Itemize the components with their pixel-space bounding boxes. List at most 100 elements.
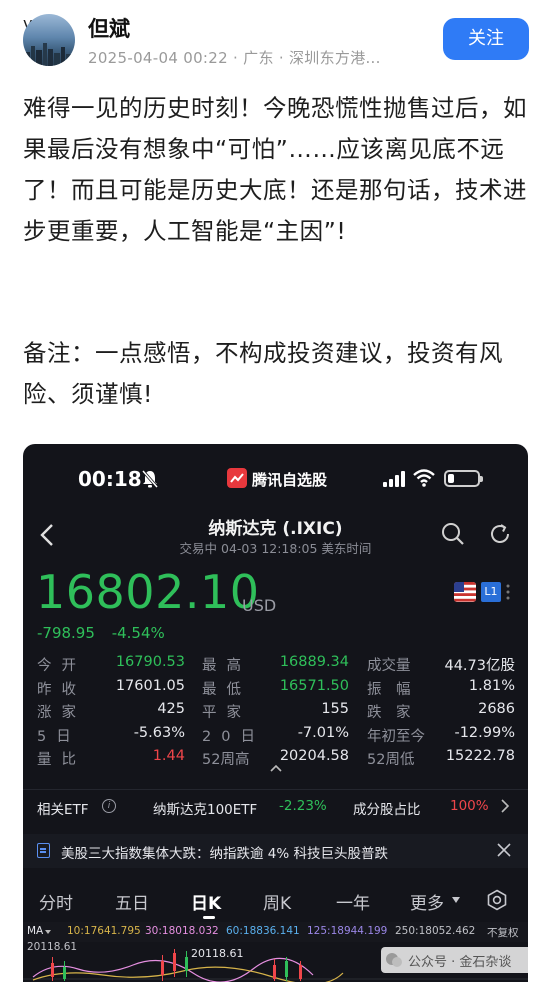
tab-one-year[interactable]: 一年: [336, 889, 370, 914]
ma-dropdown-icon[interactable]: [45, 930, 51, 934]
post-meta: 2025-04-04 00:22 · 广东 · 深圳东方港...: [88, 47, 381, 68]
stat-row: 昨收 17601.05 最低 16571.50 振 幅 1.81%: [37, 678, 515, 702]
news-headline[interactable]: 美股三大指数集体大跌：纳指跌逾 4% 科技巨头股普跌: [61, 842, 388, 862]
app-logo-icon: [227, 468, 247, 488]
change-amount: -798.95: [37, 624, 95, 642]
stat-label: 52周低: [367, 752, 415, 768]
stat-value: 1.81%: [468, 677, 515, 694]
stat-row: 今开 16790.53 最高 16889.34 成交量 44.73亿股: [37, 654, 515, 678]
stat-value: 1.44: [152, 748, 185, 764]
stat-value: 17601.05: [115, 677, 185, 694]
stat-row: 涨家 425 平家 155 跌 家 2686: [37, 701, 515, 725]
stat-row: 5日 -5.63% 20日 -7.01% 年初至今 -12.99%: [37, 725, 515, 749]
stat-label: 最高: [202, 658, 251, 674]
follow-button[interactable]: 关注: [443, 18, 529, 60]
quote-stats-grid: 今开 16790.53 最高 16889.34 成交量 44.73亿股 昨收 1…: [37, 654, 515, 772]
level1-badge[interactable]: L1: [481, 582, 501, 602]
app-name: 腾讯自选股: [252, 471, 328, 489]
tab-intraday[interactable]: 分时: [39, 889, 73, 914]
avatar[interactable]: v: [23, 14, 79, 70]
stat-value: 20204.58: [279, 748, 349, 764]
news-document-icon: [37, 843, 50, 858]
related-etf-label: 相关ETF: [37, 802, 89, 818]
tab-daily-k[interactable]: 日K: [191, 889, 221, 914]
stat-value: 16790.53: [115, 654, 185, 670]
change-percent: -4.54%: [111, 624, 165, 642]
author-name[interactable]: 但斌: [88, 13, 130, 43]
stat-label: 最低: [202, 681, 251, 698]
component-value: 100%: [450, 798, 489, 814]
chart-high-marker: 20118.61: [191, 947, 244, 960]
wechat-official-account-icon: [386, 953, 402, 967]
stat-value: -12.99%: [454, 724, 515, 741]
post-body-text: 难得一见的历史时刻！今晚恐慌性抛售过后，如果最后没有想象中“可怕”……应该离见底…: [23, 94, 527, 245]
stat-label: 20日: [202, 728, 265, 745]
stat-label: 平家: [202, 705, 251, 721]
stat-value: 15222.78: [445, 748, 515, 764]
stat-value: 16889.34: [279, 654, 349, 670]
watermark-text: 公众号 · 金石杂谈: [408, 955, 512, 970]
stat-value: -5.63%: [133, 724, 185, 741]
bell-muted-icon: [141, 470, 159, 488]
post-location: · 广东 · 深圳东方港...: [233, 49, 381, 67]
stat-label: 昨收: [37, 681, 86, 698]
currency-label: USD: [242, 596, 277, 615]
ma10-value: 10:17641.795: [67, 925, 141, 937]
stat-label: 52周高: [202, 752, 250, 768]
stat-label: 年初至今: [367, 728, 425, 745]
stat-value: 44.73亿股: [444, 658, 515, 674]
avatar-image: [23, 14, 75, 66]
info-icon[interactable]: i: [102, 799, 116, 813]
stat-value: 16571.50: [279, 677, 349, 694]
component-label: 成分股占比: [353, 802, 421, 818]
price-change: -798.95 -4.54%: [37, 624, 177, 642]
ma-type-selector[interactable]: MA: [27, 925, 43, 937]
tab-weekly-k[interactable]: 周K: [263, 889, 291, 914]
chevron-right-icon[interactable]: [500, 799, 510, 813]
battery-icon: [444, 470, 483, 487]
stock-app-screenshot: 00:18 腾讯自选股 纳斯达克 (.IXIC) 交易中 04-03 12:18…: [23, 444, 528, 982]
settings-hexagon-icon[interactable]: [486, 889, 508, 911]
stat-label: 5日: [37, 728, 81, 745]
stat-label: 振 幅: [367, 681, 411, 698]
related-etf-bar[interactable]: 相关ETF i 纳斯达克100ETF -2.23% 成分股占比 100%: [23, 789, 528, 823]
post-note-text: 备注：一点感悟，不构成投资建议，投资有风险、须谨慎!: [23, 339, 503, 408]
stat-label: 成交量: [367, 658, 411, 674]
chart-period-tabs: 分时 五日 日K 周K 一年 更多: [23, 876, 528, 920]
expand-stats-chevron-icon[interactable]: [270, 764, 282, 772]
caret-down-icon: [452, 897, 460, 903]
tab-more[interactable]: 更多: [410, 889, 444, 914]
search-icon[interactable]: [441, 522, 465, 546]
stat-value: 2686: [478, 701, 515, 717]
adjust-mode[interactable]: 不复权: [487, 925, 519, 940]
ma30-value: 30:18018.032: [145, 925, 219, 937]
chart-axis-high: 20118.61: [27, 941, 78, 953]
stat-label: 涨家: [37, 705, 86, 721]
city-skyline-icon: [25, 43, 74, 66]
etf-change: -2.23%: [279, 798, 327, 814]
stat-label: 今开: [37, 658, 86, 674]
tab-five-day[interactable]: 五日: [115, 889, 149, 914]
etf-name[interactable]: 纳斯达克100ETF: [153, 798, 257, 818]
wifi-icon: [413, 469, 435, 487]
stat-value: 155: [321, 701, 349, 717]
ma250-value: 250:18052.462: [395, 925, 476, 937]
status-time: 00:18: [78, 467, 142, 491]
ma60-value: 60:18836.141: [226, 925, 300, 937]
close-icon[interactable]: [495, 841, 513, 859]
post-header: v 但斌 2025-04-04 00:22 · 广东 · 深圳东方港... 关注: [0, 0, 550, 76]
stat-value: 425: [157, 701, 185, 717]
post-timestamp: 2025-04-04 00:22: [88, 49, 228, 67]
phone-status-bar: 00:18 腾讯自选股: [23, 444, 528, 514]
refresh-icon[interactable]: [488, 522, 512, 546]
news-banner[interactable]: 美股三大指数集体大跌：纳指跌逾 4% 科技巨头股普跌: [23, 834, 528, 868]
index-price: 16802.10: [36, 565, 260, 619]
us-flag-icon: [454, 582, 476, 602]
stat-label: 跌 家: [367, 705, 411, 721]
signal-icon: [383, 471, 405, 487]
wechat-watermark: 公众号 · 金石杂谈: [381, 947, 550, 973]
ma125-value: 125:18944.199: [307, 925, 388, 937]
more-vertical-icon[interactable]: [505, 582, 511, 602]
stat-label: 量比: [37, 752, 86, 768]
stat-value: -7.01%: [297, 724, 349, 741]
